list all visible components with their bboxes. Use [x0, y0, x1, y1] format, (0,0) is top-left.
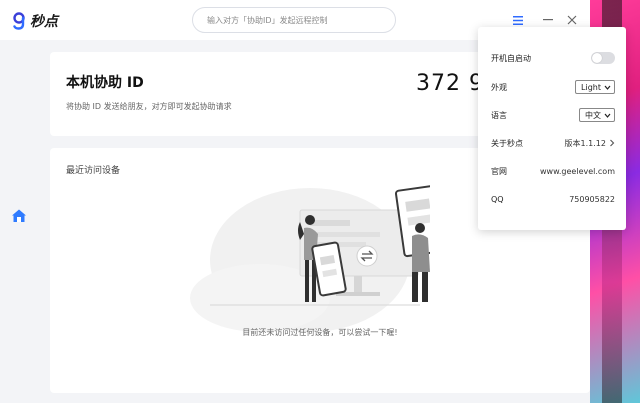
menu-button[interactable] — [510, 12, 526, 28]
search-input[interactable] — [207, 15, 387, 25]
app-logo: 秒点 — [12, 11, 58, 31]
version-text: 版本1.1.12 — [564, 138, 606, 148]
appearance-select[interactable]: Light — [575, 80, 615, 94]
website-link[interactable]: www.geelevel.com — [540, 167, 615, 176]
language-select[interactable]: 中文 — [579, 108, 615, 122]
chevron-down-icon — [604, 85, 611, 90]
minimize-icon — [543, 19, 553, 21]
setting-row-language: 语言 中文 — [491, 106, 615, 124]
device-id-title: 本机协助 ID — [66, 75, 144, 91]
empty-state-message: 目前还未访问过任何设备，可以尝试一下喔! — [242, 328, 398, 337]
close-icon — [567, 15, 577, 25]
qq-label: QQ — [491, 194, 504, 204]
empty-state-illustration — [190, 184, 430, 332]
menu-icon — [513, 15, 523, 25]
appearance-label: 外观 — [491, 82, 507, 92]
chevron-down-icon — [604, 113, 611, 118]
setting-row-appearance: 外观 Light — [491, 78, 615, 96]
close-button[interactable] — [564, 12, 580, 28]
home-icon — [12, 209, 26, 222]
about-version: 版本1.1.12 — [565, 138, 615, 149]
language-label: 语言 — [491, 110, 507, 120]
device-id-description: 将协助 ID 发送给朋友，对方即可发起协助请求 — [66, 102, 232, 111]
autostart-toggle[interactable] — [591, 52, 615, 64]
appearance-value: Light — [581, 82, 601, 92]
autostart-label: 开机自启动 — [491, 53, 531, 63]
minimize-button[interactable] — [540, 12, 556, 28]
about-label: 关于秒点 — [491, 138, 523, 148]
setting-row-qq: QQ 750905822 — [491, 190, 615, 208]
chevron-right-icon — [610, 139, 615, 147]
language-value: 中文 — [585, 110, 601, 120]
sidebar-home-button[interactable] — [11, 208, 27, 224]
search-box[interactable] — [192, 7, 396, 33]
website-label: 官网 — [491, 166, 507, 176]
qq-value: 750905822 — [569, 194, 615, 204]
settings-dropdown-panel: 开机自启动 外观 Light 语言 中文 关于秒点 版本1.1.12 官网 ww… — [478, 27, 626, 230]
setting-row-autostart: 开机自启动 — [491, 49, 615, 67]
logo-icon — [13, 12, 25, 30]
setting-row-about[interactable]: 关于秒点 版本1.1.12 — [491, 134, 615, 152]
recent-devices-title: 最近访问设备 — [66, 166, 121, 176]
setting-row-website: 官网 www.geelevel.com — [491, 162, 615, 180]
app-name: 秒点 — [30, 14, 58, 30]
